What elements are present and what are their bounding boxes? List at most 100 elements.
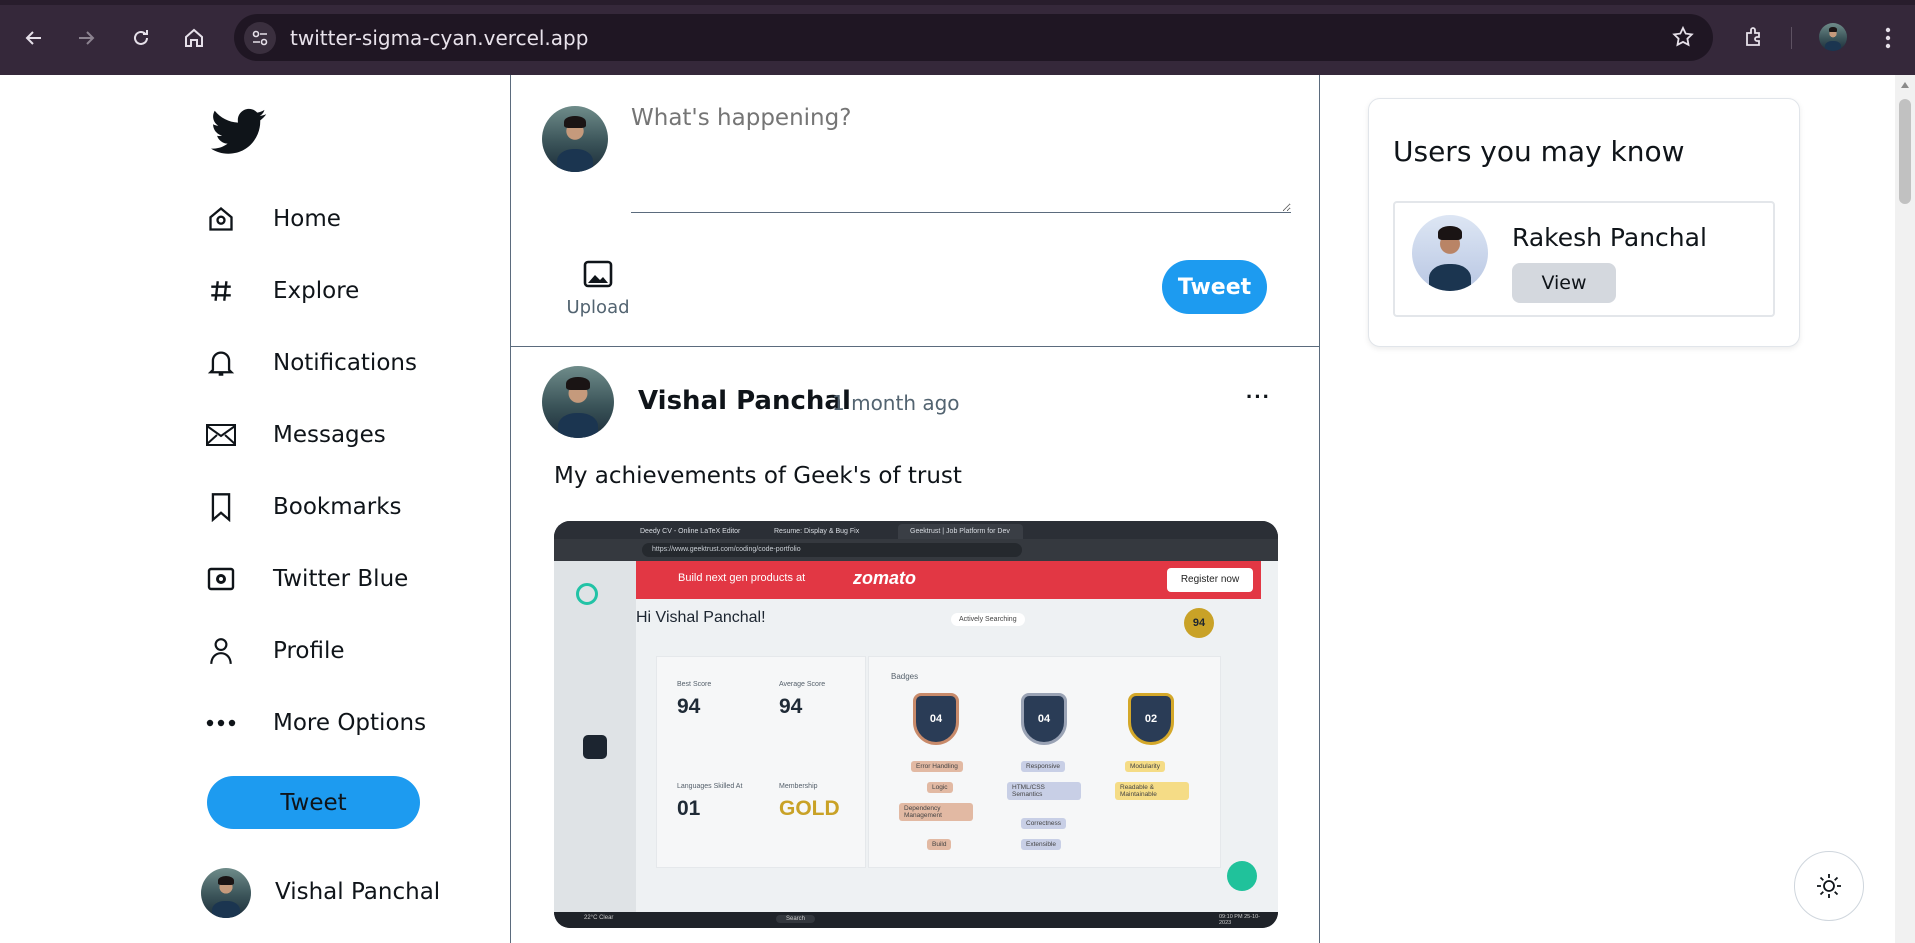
sidebar-item-bookmarks[interactable]: Bookmarks [205, 482, 402, 532]
user-card-name: Rakesh Panchal [1512, 223, 1707, 252]
image-tab-strip: Deedy CV - Online LaTeX Editor Resume: D… [554, 521, 1278, 539]
forward-icon[interactable] [71, 23, 101, 53]
langs-value: 01 [677, 797, 701, 820]
badges-card: Badges 04 04 02 Error Handling Logic Dep… [868, 656, 1221, 868]
image-greeting: Hi Vishal Panchal! [636, 609, 766, 626]
post-avatar[interactable] [542, 366, 614, 438]
reload-icon[interactable] [126, 23, 156, 53]
sidebar-item-twitter-blue[interactable]: Twitter Blue [205, 554, 408, 604]
browser-toolbar: twitter-sigma-cyan.vercel.app [0, 0, 1915, 75]
tweet-button[interactable]: Tweet [1162, 260, 1267, 314]
sidebar-item-explore[interactable]: Explore [205, 266, 359, 316]
membership-label: Membership [779, 783, 818, 790]
tab-strip [0, 0, 1915, 5]
sidebar-item-label: Notifications [273, 350, 417, 376]
back-icon[interactable] [19, 23, 49, 53]
suggestions-panel: Users you may know Rakesh Panchal View [1368, 98, 1800, 347]
taskbar-clock: 09:10 PM 25-10-2023 [1219, 914, 1260, 926]
ellipsis-icon [205, 707, 237, 739]
upload-button[interactable]: Upload [563, 260, 633, 318]
badge-shield: 04 [913, 693, 959, 745]
sun-icon [1817, 874, 1841, 898]
user-card-avatar [1412, 215, 1488, 291]
image-url: https://www.geektrust.com/coding/code-po… [642, 543, 1022, 557]
sidebar-item-label: Profile [273, 638, 345, 664]
membership-value: GOLD [779, 797, 840, 820]
geektrust-logo-icon [576, 583, 598, 605]
sidebar-user-avatar[interactable] [201, 868, 251, 918]
twitter-logo-icon[interactable] [211, 108, 267, 161]
sidebar-item-home[interactable]: Home [205, 194, 341, 244]
taskbar-weather: 22°C Clear [584, 915, 614, 921]
score-medal: 94 [1184, 608, 1214, 638]
chat-bubble-icon [1227, 861, 1257, 891]
bookmark-icon [205, 491, 237, 523]
scroll-up-icon[interactable] [1900, 81, 1910, 89]
skill-chip: Readable & Maintainable [1115, 782, 1189, 800]
theme-toggle-button[interactable] [1794, 851, 1864, 921]
view-user-button[interactable]: View [1512, 263, 1616, 303]
envelope-icon [205, 419, 237, 451]
composer-avatar [542, 106, 608, 172]
image-page: Build next gen products at zomato Regist… [554, 561, 1278, 912]
address-bar[interactable]: twitter-sigma-cyan.vercel.app [234, 14, 1713, 61]
sidebar-item-label: Home [273, 206, 341, 232]
suggestions-title: Users you may know [1393, 135, 1685, 168]
profile-avatar[interactable] [1819, 23, 1847, 51]
skill-chip: Correctness [1021, 818, 1067, 829]
sidebar-item-profile[interactable]: Profile [205, 626, 345, 676]
image-left-nav [554, 561, 636, 912]
best-score-value: 94 [677, 695, 701, 718]
sidebar-item-label: Explore [273, 278, 360, 304]
active-nav-icon [583, 735, 607, 759]
bell-icon [205, 347, 237, 379]
badge-shield: 04 [1021, 693, 1067, 745]
skill-chip: Extensible [1021, 839, 1061, 850]
avg-score-label: Average Score [779, 681, 826, 688]
toolbar-divider [1791, 27, 1792, 49]
banner-brand: zomato [853, 568, 916, 588]
skill-chip: Modularity [1125, 761, 1165, 772]
sidebar-item-label: Twitter Blue [273, 566, 409, 592]
score-card: Best Score 94 Average Score 94 Languages… [656, 656, 866, 868]
post-image[interactable]: Deedy CV - Online LaTeX Editor Resume: D… [554, 521, 1278, 928]
sidebar-item-label: Bookmarks [273, 494, 402, 520]
sidebar-item-notifications[interactable]: Notifications [205, 338, 417, 388]
upload-label: Upload [566, 297, 630, 318]
tweet-textarea[interactable] [631, 105, 1291, 213]
image-icon [583, 260, 613, 288]
sidebar-item-messages[interactable]: Messages [205, 410, 386, 460]
best-score-label: Best Score [677, 681, 712, 688]
avg-score-value: 94 [779, 695, 803, 718]
taskbar-search: Search [776, 915, 816, 923]
tweet-composer: Upload Tweet [511, 75, 1319, 347]
home-icon[interactable] [179, 23, 209, 53]
page-scrollbar[interactable] [1895, 75, 1915, 943]
langs-label: Languages Skilled At [677, 783, 743, 790]
skill-chip: Dependency Management [899, 803, 973, 821]
post-timestamp: 1 month ago [832, 391, 960, 415]
skill-chip: Logic [927, 782, 953, 793]
post-author[interactable]: Vishal Panchal [638, 386, 851, 416]
bookmark-star-icon[interactable] [1671, 25, 1695, 54]
scrollbar-thumb[interactable] [1899, 99, 1911, 204]
register-button: Register now [1167, 568, 1253, 592]
skill-chip: Error Handling [911, 761, 963, 772]
menu-icon[interactable] [1873, 23, 1903, 53]
post-more-icon[interactable]: ··· [1246, 384, 1276, 409]
extensions-icon[interactable] [1739, 22, 1769, 52]
image-tab: Geektrust | Job Platform for Dev [898, 524, 1023, 539]
main-feed: Upload Tweet Vishal Panchal 1 month ago … [510, 75, 1320, 943]
hashtag-icon [205, 275, 237, 307]
sidebar-tweet-button[interactable]: Tweet [207, 776, 420, 829]
image-banner: Build next gen products at zomato Regist… [636, 561, 1261, 599]
skill-chip: Build [927, 839, 952, 850]
url-text[interactable]: twitter-sigma-cyan.vercel.app [290, 26, 588, 50]
skill-chip: Responsive [1021, 761, 1065, 772]
banner-text: Build next gen products at [678, 572, 806, 584]
sidebar-user-name[interactable]: Vishal Panchal [275, 879, 440, 905]
sidebar-item-more-options[interactable]: More Options [205, 698, 426, 748]
person-icon [205, 635, 237, 667]
site-info-icon[interactable] [244, 22, 276, 54]
skill-chip: HTML/CSS Semantics [1007, 782, 1081, 800]
